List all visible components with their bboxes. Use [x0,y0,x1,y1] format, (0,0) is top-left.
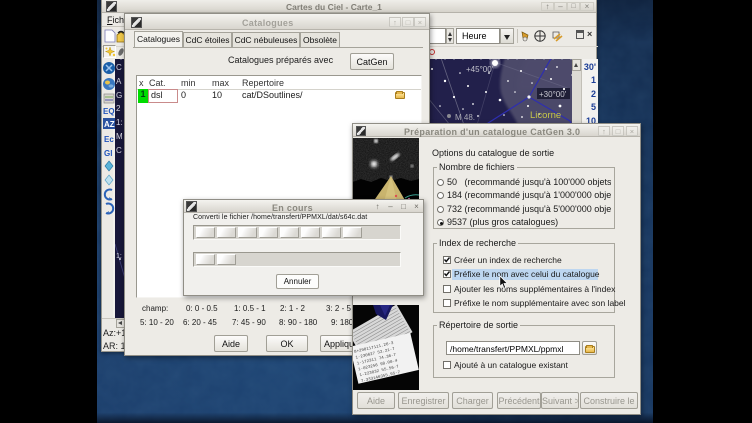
svg-text:2: 2 [116,104,121,113]
svg-text:1:: 1: [116,118,123,127]
svg-text:G: G [116,91,122,100]
svg-text:+30°00': +30°00' [539,90,567,99]
svg-text:A: A [116,77,122,86]
svg-text:1:: 1: [116,253,122,260]
svg-text:+45°00': +45°00' [466,65,494,74]
svg-text:EQ: EQ [103,107,115,116]
svg-text:Gl: Gl [104,149,112,158]
svg-text:C: C [116,63,122,72]
svg-text:M: M [116,132,123,141]
svg-text:AZ: AZ [104,120,115,129]
svg-text:Licorne: Licorne [530,110,561,121]
svg-text:C: C [116,146,122,155]
svg-text:Ec: Ec [104,135,114,144]
svg-text:M 48.: M 48. [455,113,475,122]
